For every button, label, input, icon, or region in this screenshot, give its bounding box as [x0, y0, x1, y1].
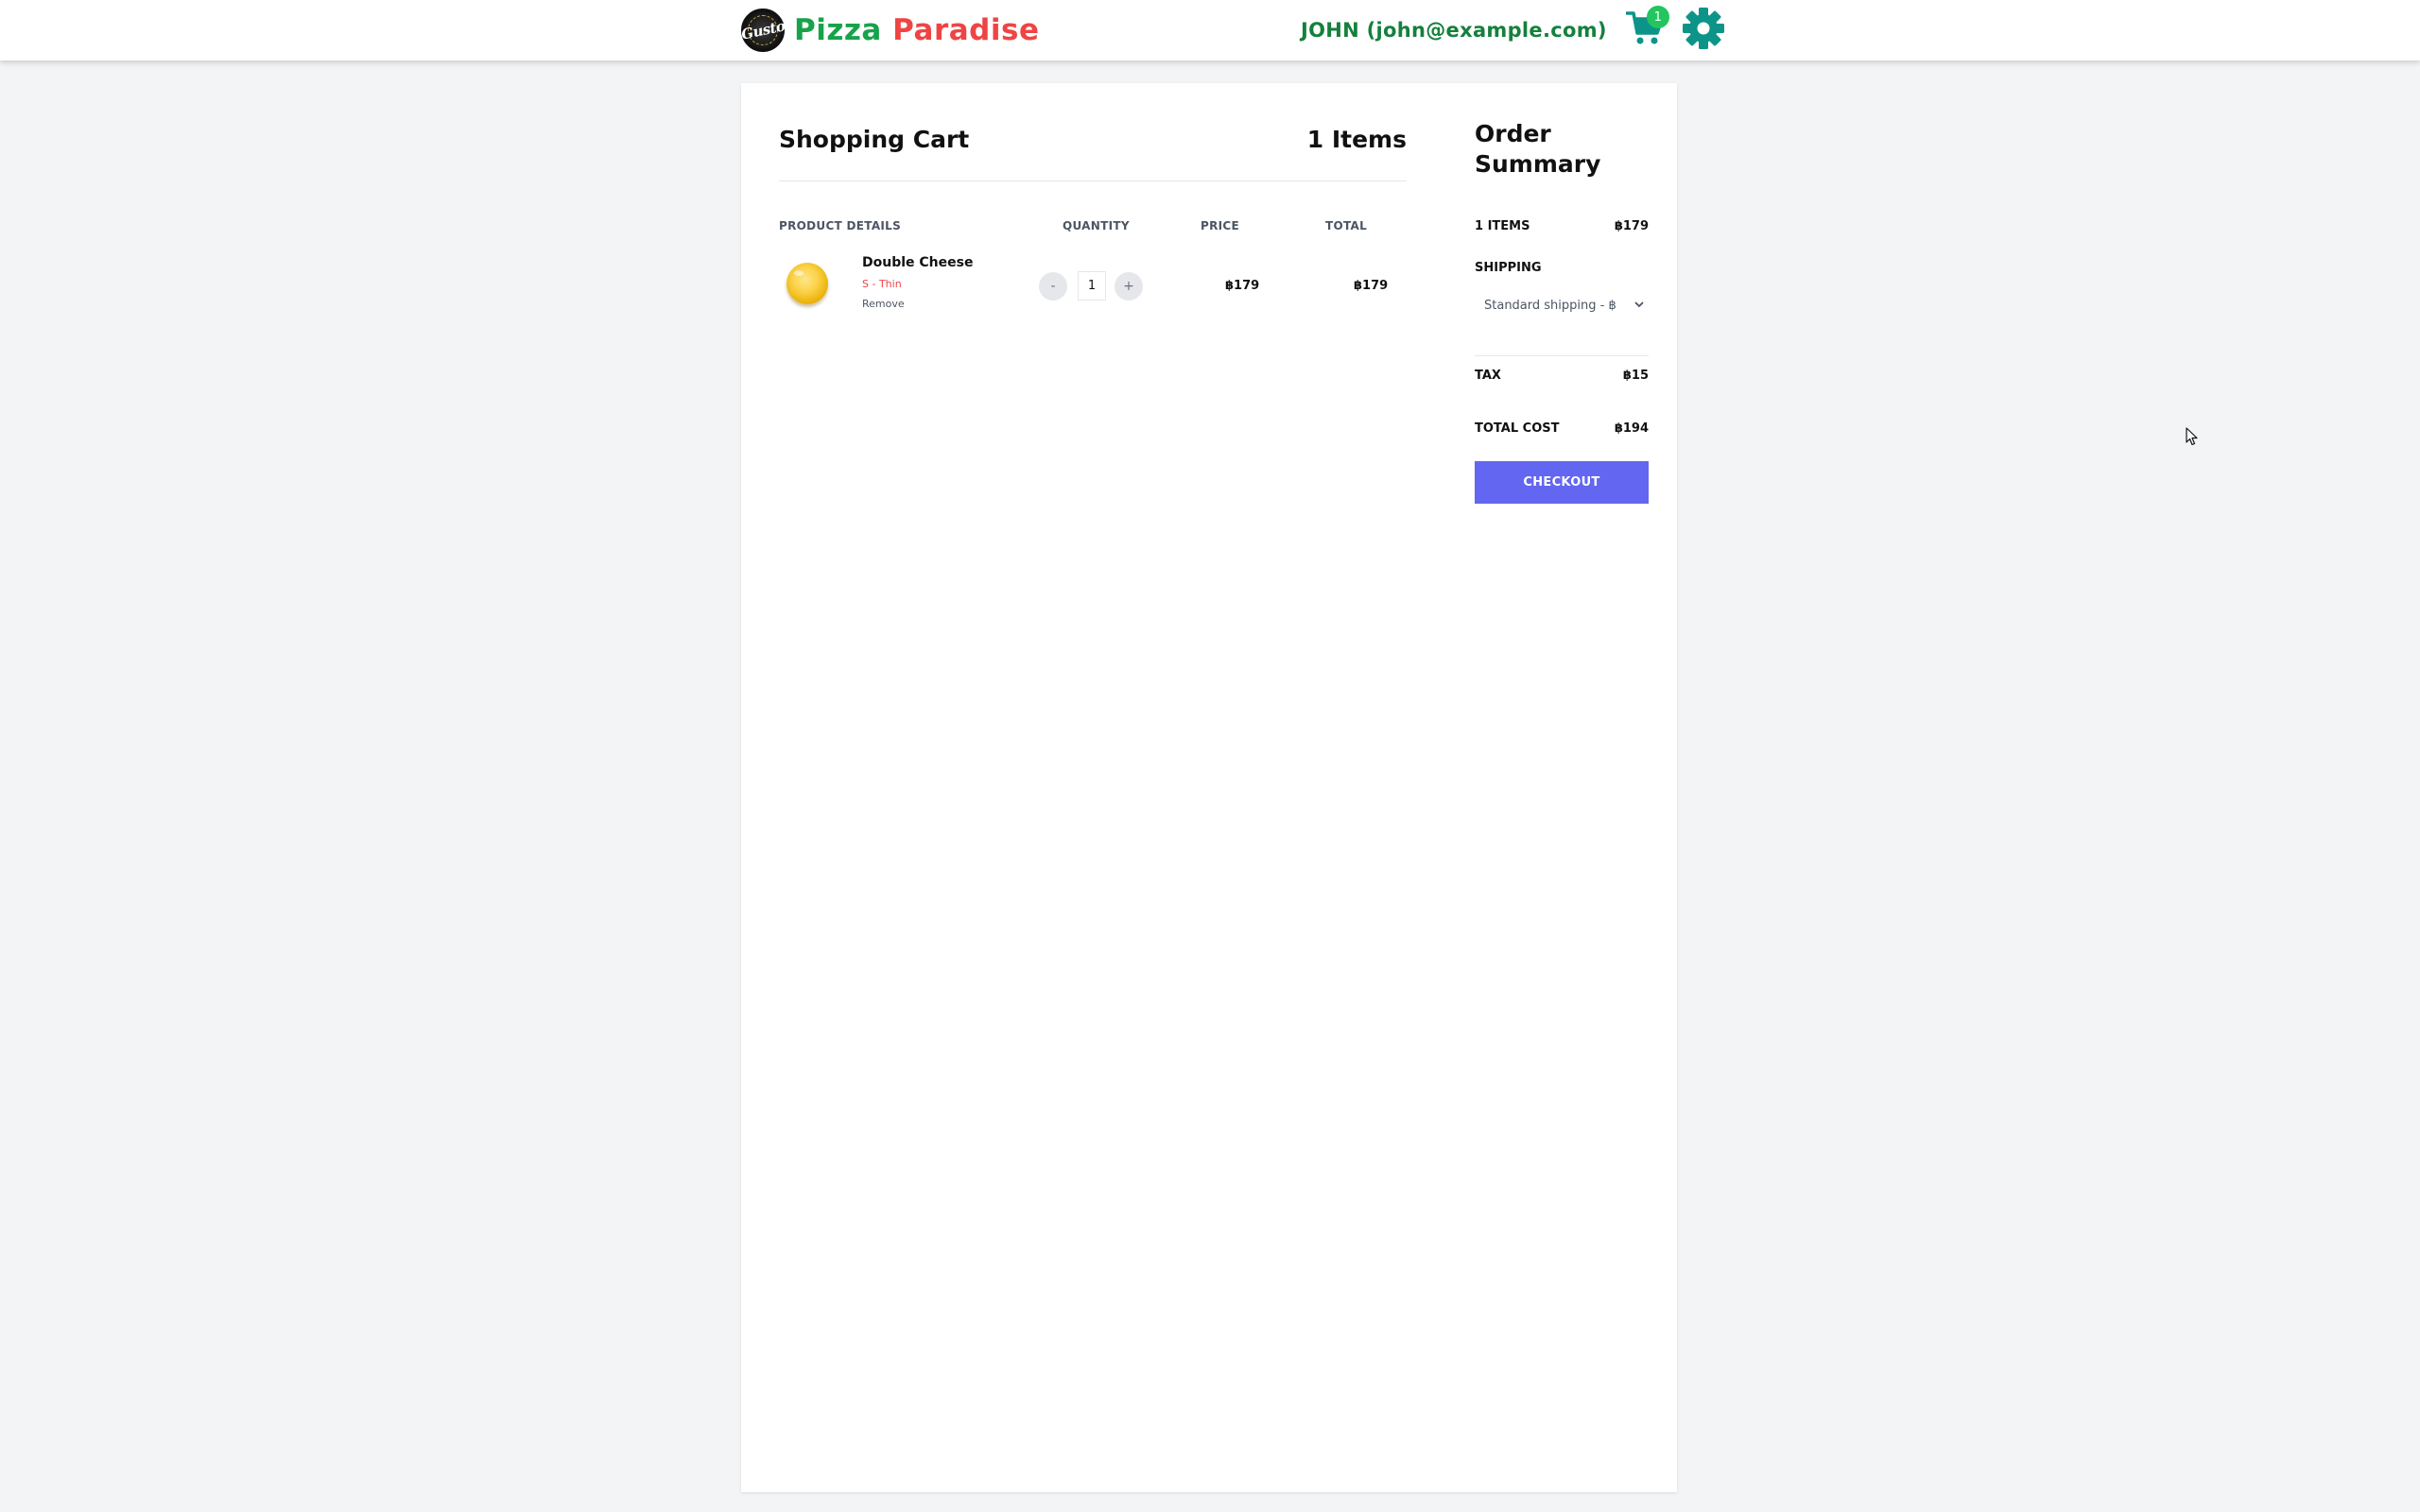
total-cost-value: ฿194: [1614, 421, 1649, 436]
remove-item-link[interactable]: Remove: [862, 298, 905, 310]
cart-item-row: Double Cheese S - Thin Remove - + ฿179 ฿…: [779, 238, 1407, 352]
summary-items-row: 1 ITEMS ฿179: [1475, 219, 1649, 233]
product-image: [786, 263, 828, 304]
checkout-button[interactable]: CHECKOUT: [1475, 461, 1649, 504]
quantity-decrease-button[interactable]: -: [1039, 272, 1067, 301]
quantity-increase-button[interactable]: +: [1115, 272, 1143, 301]
shipping-label: SHIPPING: [1475, 261, 1542, 275]
product-name: Double Cheese: [862, 255, 974, 270]
shipping-select[interactable]: Standard shipping - ฿: [1475, 289, 1649, 321]
cart-card: Shopping Cart 1 Items PRODUCT DETAILS QU…: [741, 83, 1677, 1492]
item-price: ฿179: [1225, 279, 1260, 293]
cart-header: Shopping Cart 1 Items: [779, 83, 1407, 181]
shipping-selected-value: Standard shipping - ฿: [1484, 298, 1616, 313]
summary-items-value: ฿179: [1614, 219, 1649, 233]
brand[interactable]: Gusto Pizza Paradise: [739, 8, 1039, 53]
tax-label: TAX: [1475, 369, 1501, 383]
total-cost-label: TOTAL COST: [1475, 421, 1560, 436]
chevron-down-icon: [1634, 299, 1645, 314]
mouse-cursor-icon: [2186, 427, 2199, 450]
item-total: ฿179: [1354, 279, 1389, 293]
summary-tax-row: TAX ฿15: [1475, 369, 1649, 383]
column-header-total: TOTAL: [1325, 219, 1368, 232]
settings-button[interactable]: [1681, 8, 1726, 53]
summary-divider: [1475, 355, 1649, 356]
shopping-cart-pane: Shopping Cart 1 Items PRODUCT DETAILS QU…: [779, 83, 1407, 352]
user-area: JOHN (john@example.com) 1: [1301, 6, 1726, 53]
quantity-input[interactable]: [1078, 271, 1106, 301]
cart-column-headers: PRODUCT DETAILS QUANTITY PRICE TOTAL: [779, 181, 1407, 238]
cart-item-count: 1 Items: [1306, 126, 1407, 153]
logo-badge: Gusto: [739, 9, 786, 52]
summary-items-label: 1 ITEMS: [1475, 219, 1530, 233]
app-title-part1: Pizza: [794, 13, 882, 47]
column-header-quantity: QUANTITY: [1063, 219, 1130, 232]
column-header-product-details: PRODUCT DETAILS: [779, 219, 902, 232]
cart-title: Shopping Cart: [779, 126, 970, 153]
cart-button[interactable]: 1: [1624, 6, 1669, 51]
order-summary-title: Order Summary: [1475, 120, 1601, 178]
cart-count-badge: 1: [1646, 6, 1669, 28]
app-title-part2: Paradise: [892, 13, 1040, 47]
app-title: Pizza Paradise: [794, 13, 1039, 47]
tax-value: ฿15: [1622, 369, 1649, 383]
gear-icon: [1682, 7, 1725, 54]
top-navbar: Gusto Pizza Paradise JOHN (john@example.…: [0, 0, 2420, 60]
summary-total-row: TOTAL COST ฿194: [1475, 421, 1649, 436]
user-label[interactable]: JOHN (john@example.com): [1301, 19, 1607, 42]
product-variant: S - Thin: [862, 278, 902, 290]
column-header-price: PRICE: [1201, 219, 1240, 232]
